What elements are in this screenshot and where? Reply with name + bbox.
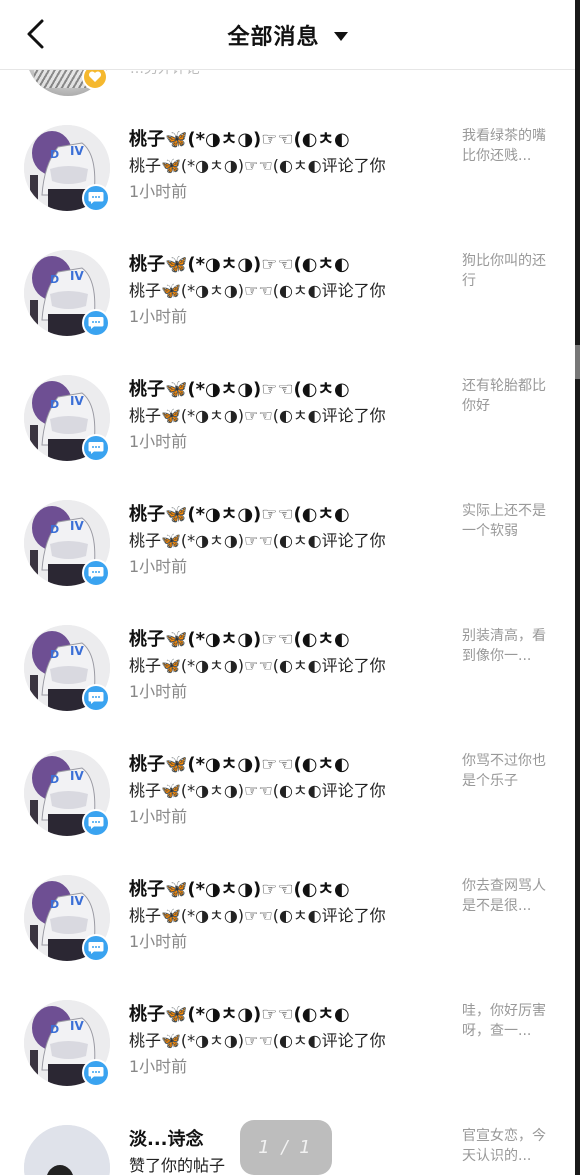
svg-text:D: D [50,273,59,286]
list-item-partial[interactable]: …另外评论 [0,70,575,100]
sender-name[interactable]: 桃子🦋(*◑ㅊ◑)☞☜(◐ㅊ◐ [129,500,350,526]
top-bar: 全部消息 [0,0,575,70]
screen-edge [575,0,580,1175]
timestamp: 1小时前 [129,432,188,451]
list-item[interactable]: D IV 桃子🦋(*◑ㅊ◑)☞☜(◐ㅊ◐ 桃子🦋(*◑ㅊ◑)☞☜(◐ㅊ◐评论了你… [0,350,575,475]
list-item[interactable]: D IV 桃子🦋(*◑ㅊ◑)☞☜(◐ㅊ◐ 桃子🦋(*◑ㅊ◑)☞☜(◐ㅊ◐评论了你… [0,600,575,725]
comment-preview[interactable]: 还有轮胎都比你好 [462,376,558,416]
svg-text:IV: IV [70,1019,84,1033]
comment-badge-icon [82,1059,110,1087]
message-filter-dropdown[interactable]: 全部消息 [0,0,575,70]
partial-action-text: …另外评论 [130,70,200,78]
sender-name[interactable]: 桃子🦋(*◑ㅊ◑)☞☜(◐ㅊ◐ [129,625,350,651]
svg-text:D: D [50,398,59,411]
comment-preview[interactable]: 官宣女恋，今天认识的... [462,1126,558,1166]
avatar-girl-icon [24,1125,110,1175]
action-text: 桃子🦋(*◑ㅊ◑)☞☜(◐ㅊ◐评论了你 [129,656,386,675]
list-item[interactable]: D IV 桃子🦋(*◑ㅊ◑)☞☜(◐ㅊ◐ 桃子🦋(*◑ㅊ◑)☞☜(◐ㅊ◐评论了你… [0,975,575,1100]
comment-preview[interactable]: 你骂不过你也是个乐子 [462,751,558,791]
sender-name[interactable]: 桃子🦋(*◑ㅊ◑)☞☜(◐ㅊ◐ [129,250,350,276]
svg-text:IV: IV [70,769,84,783]
timestamp: 1小时前 [129,932,188,951]
message-list: D IV 桃子🦋(*◑ㅊ◑)☞☜(◐ㅊ◐ 桃子🦋(*◑ㅊ◑)☞☜(◐ㅊ◐评论了你… [0,100,575,1175]
timestamp: 1小时前 [129,557,188,576]
sender-name[interactable]: 淡...诗念 [129,1125,204,1151]
comment-badge-icon [82,434,110,462]
like-badge-icon [82,70,108,90]
list-item[interactable]: D IV 桃子🦋(*◑ㅊ◑)☞☜(◐ㅊ◐ 桃子🦋(*◑ㅊ◑)☞☜(◐ㅊ◐评论了你… [0,475,575,600]
comment-preview[interactable]: 狗比你叫的还行 [462,251,558,291]
comment-badge-icon [82,934,110,962]
action-text: 桃子🦋(*◑ㅊ◑)☞☜(◐ㅊ◐评论了你 [129,156,386,175]
svg-text:IV: IV [70,269,84,283]
action-text: 桃子🦋(*◑ㅊ◑)☞☜(◐ㅊ◐评论了你 [129,281,386,300]
sender-name[interactable]: 桃子🦋(*◑ㅊ◑)☞☜(◐ㅊ◐ [129,875,350,901]
svg-text:D: D [50,773,59,786]
timestamp: 1小时前 [129,182,188,201]
comment-badge-icon [82,559,110,587]
comment-preview[interactable]: 你去查网骂人是不是很... [462,876,558,916]
comment-badge-icon [82,684,110,712]
timestamp: 1小时前 [129,807,188,826]
list-item[interactable]: D IV 桃子🦋(*◑ㅊ◑)☞☜(◐ㅊ◐ 桃子🦋(*◑ㅊ◑)☞☜(◐ㅊ◐评论了你… [0,100,575,225]
sender-name[interactable]: 桃子🦋(*◑ㅊ◑)☞☜(◐ㅊ◐ [129,750,350,776]
avatar[interactable] [24,1125,110,1175]
timestamp: 1小时前 [129,1057,188,1076]
action-text: 桃子🦋(*◑ㅊ◑)☞☜(◐ㅊ◐评论了你 [129,781,386,800]
svg-text:IV: IV [70,519,84,533]
list-item[interactable]: D IV 桃子🦋(*◑ㅊ◑)☞☜(◐ㅊ◐ 桃子🦋(*◑ㅊ◑)☞☜(◐ㅊ◐评论了你… [0,225,575,350]
action-text: 桃子🦋(*◑ㅊ◑)☞☜(◐ㅊ◐评论了你 [129,1031,386,1050]
comment-badge-icon [82,309,110,337]
sender-name[interactable]: 桃子🦋(*◑ㅊ◑)☞☜(◐ㅊ◐ [129,1000,350,1026]
sender-name[interactable]: 桃子🦋(*◑ㅊ◑)☞☜(◐ㅊ◐ [129,375,350,401]
sender-name[interactable]: 桃子🦋(*◑ㅊ◑)☞☜(◐ㅊ◐ [129,125,350,151]
comment-preview[interactable]: 我看绿茶的嘴比你还贱... [462,126,558,166]
timestamp: 1小时前 [129,682,188,701]
comment-preview[interactable]: 哇，你好厉害呀，查一... [462,1001,558,1041]
comment-preview[interactable]: 别装清高，看到像你一... [462,626,558,666]
page-indicator: 1 / 1 [240,1120,332,1175]
list-item[interactable]: D IV 桃子🦋(*◑ㅊ◑)☞☜(◐ㅊ◐ 桃子🦋(*◑ㅊ◑)☞☜(◐ㅊ◐评论了你… [0,725,575,850]
page-title: 全部消息 [227,25,320,50]
action-text: 桃子🦋(*◑ㅊ◑)☞☜(◐ㅊ◐评论了你 [129,906,386,925]
svg-text:IV: IV [70,394,84,408]
svg-text:D: D [50,148,59,161]
comment-badge-icon [82,809,110,837]
action-text: 赞了你的帖子 [129,1156,226,1175]
action-text: 桃子🦋(*◑ㅊ◑)☞☜(◐ㅊ◐评论了你 [129,531,386,550]
svg-text:D: D [50,648,59,661]
timestamp: 1小时前 [129,307,188,326]
action-text: 桃子🦋(*◑ㅊ◑)☞☜(◐ㅊ◐评论了你 [129,406,386,425]
comment-badge-icon [82,184,110,212]
svg-text:D: D [50,898,59,911]
svg-text:IV: IV [70,144,84,158]
svg-text:IV: IV [70,644,84,658]
comment-preview[interactable]: 实际上还不是一个软弱 [462,501,558,541]
svg-text:D: D [50,523,59,536]
svg-text:D: D [50,1023,59,1036]
list-item[interactable]: D IV 桃子🦋(*◑ㅊ◑)☞☜(◐ㅊ◐ 桃子🦋(*◑ㅊ◑)☞☜(◐ㅊ◐评论了你… [0,850,575,975]
svg-text:IV: IV [70,894,84,908]
caret-down-icon [333,31,348,41]
